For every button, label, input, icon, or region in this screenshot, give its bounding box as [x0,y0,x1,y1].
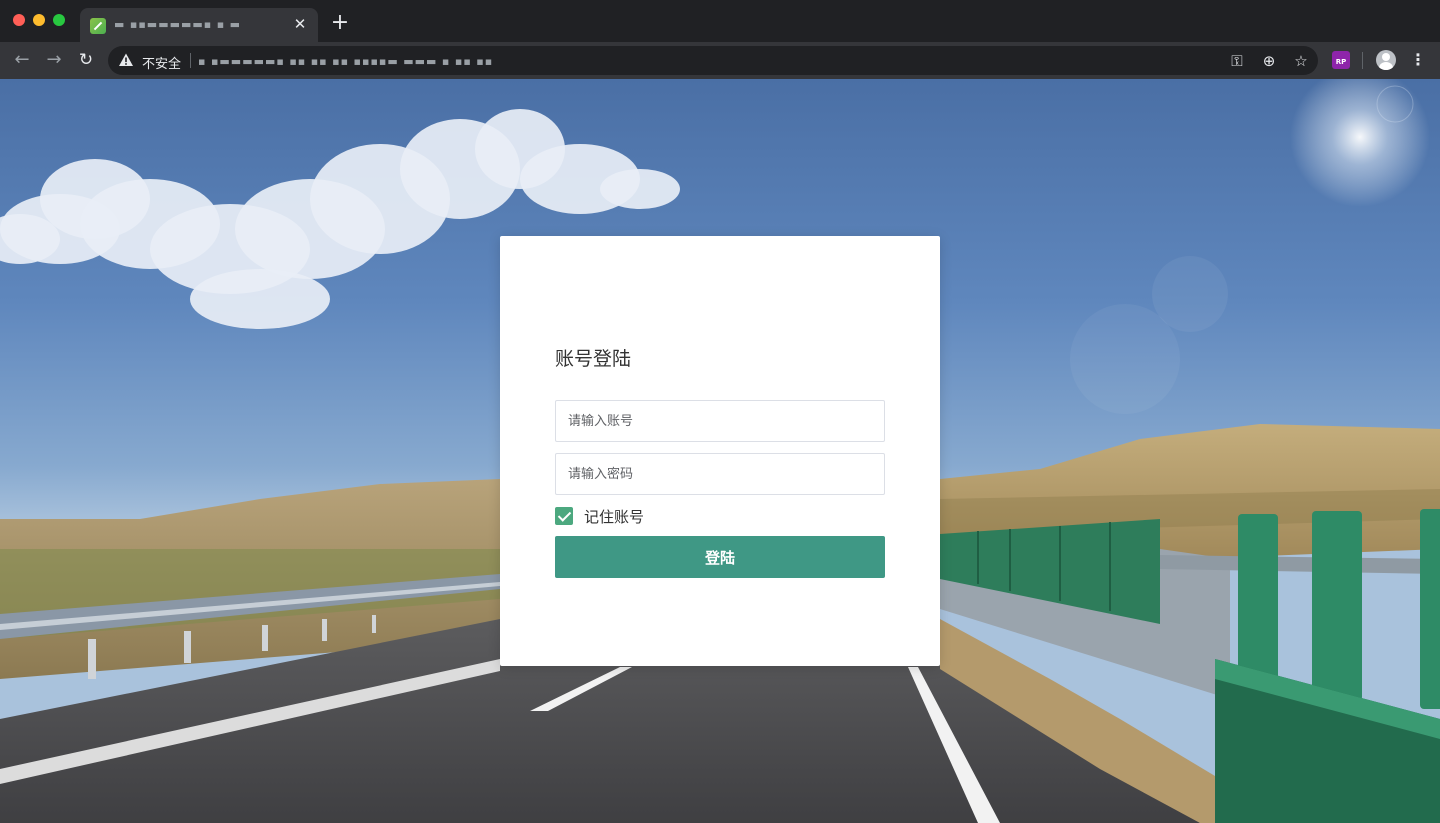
warning-triangle-icon[interactable] [118,52,134,68]
browser-tabstrip: ▬ ▪▪▬▬▬▬▬▪ ▪ ▬ ✕ + [0,0,1440,42]
url-text[interactable]: ▪ ▪▬▬▬▬▬▪ ▪▪ ▪▪ ▪▪ ▪▪▪▪▬ ▬▬▬ ▪ ▪▪ ▪▪ [198,55,658,67]
forward-arrow-icon[interactable]: → [42,48,66,72]
remember-checkbox[interactable] [555,507,573,525]
address-bar[interactable]: 不安全 ▪ ▪▬▬▬▬▬▪ ▪▪ ▪▪ ▪▪ ▪▪▪▪▬ ▬▬▬ ▪ ▪▪ ▪▪… [108,46,1318,75]
toolbar-separator [1362,52,1363,69]
window-maximize-button[interactable] [53,14,65,26]
address-separator [190,53,191,68]
login-card: 账号登陆 记住账号 登陆 [500,236,940,666]
browser-toolbar: ← → ↻ 不安全 ▪ ▪▬▬▬▬▬▪ ▪▪ ▪▪ ▪▪ ▪▪▪▪▬ ▬▬▬ ▪… [0,42,1440,79]
login-button[interactable]: 登陆 [555,536,885,578]
remember-label[interactable]: 记住账号 [584,506,644,527]
profile-avatar-icon[interactable] [1376,50,1396,70]
tab-title: ▬ ▪▪▬▬▬▬▬▪ ▪ ▬ [114,18,242,31]
remember-account-option[interactable]: 记住账号 [555,506,644,526]
password-input[interactable] [555,453,885,495]
window-close-button[interactable] [13,14,25,26]
browser-tab[interactable]: ▬ ▪▪▬▬▬▬▬▪ ▪ ▬ ✕ [80,8,318,42]
browser-menu-icon[interactable]: ⋮ [1408,50,1428,70]
back-arrow-icon[interactable]: ← [10,48,34,72]
login-title: 账号登陆 [555,348,632,370]
tab-close-icon[interactable]: ✕ [290,14,310,34]
key-icon[interactable]: ⚿ [1228,52,1246,70]
window-minimize-button[interactable] [33,14,45,26]
rp-extension-icon[interactable]: RP [1332,51,1350,69]
account-input[interactable] [555,400,885,442]
new-tab-button[interactable]: + [328,11,352,35]
zoom-icon[interactable]: ⊕ [1260,52,1278,70]
security-status-label[interactable]: 不安全 [142,53,181,72]
bookmark-star-icon[interactable]: ☆ [1292,52,1310,70]
site-favicon-icon [90,18,106,34]
page-viewport: 账号登陆 记住账号 登陆 [0,79,1440,823]
reload-icon[interactable]: ↻ [74,48,98,72]
